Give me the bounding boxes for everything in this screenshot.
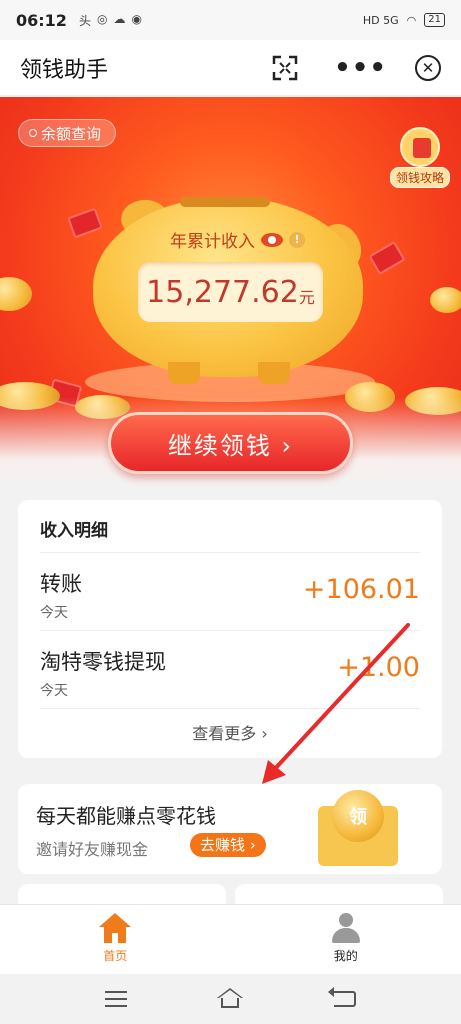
status-time: 06:12 xyxy=(16,10,67,30)
more-menu-button[interactable]: ••• xyxy=(334,55,387,81)
battery-icon: 21 xyxy=(424,13,445,27)
balance-query-label: 余额查询 xyxy=(41,124,102,143)
promo-card[interactable]: 每天都能赚点零花钱 邀请好友赚现金 去赚钱 › 领 xyxy=(18,784,442,874)
currency-unit: 元 xyxy=(298,288,315,307)
red-envelope-icon xyxy=(400,127,440,167)
income-amount-box: 15,277.62 元 xyxy=(138,262,323,322)
app-header: 领钱助手 ••• ✕ xyxy=(0,40,461,96)
tab-home[interactable]: 首页 xyxy=(0,905,231,974)
close-button[interactable]: ✕ xyxy=(415,54,441,81)
wifi-icon: ◠ xyxy=(406,13,417,27)
promo-title: 每天都能赚点零花钱 xyxy=(36,804,216,828)
status-right: HD 5G ◠ 21 xyxy=(363,13,445,27)
income-amount: 15,277.62 xyxy=(146,274,299,310)
system-nav-bar xyxy=(0,974,461,1024)
tab-home-label: 首页 xyxy=(103,949,128,963)
home-nav-icon[interactable] xyxy=(217,988,244,1010)
annual-income-label: 年累计收入 ! xyxy=(170,227,305,252)
promo-subtitle: 邀请好友赚现金 xyxy=(36,840,149,859)
home-icon xyxy=(99,913,132,943)
income-details-title: 收入明细 xyxy=(40,521,108,541)
earn-money-button[interactable]: 去赚钱 › xyxy=(190,833,266,857)
tab-me-label: 我的 xyxy=(333,949,358,963)
income-row[interactable]: 淘特零钱提现 今天 +1.00 xyxy=(40,634,420,710)
network-indicator: HD 5G xyxy=(362,13,399,27)
divider xyxy=(40,708,420,709)
back-icon[interactable] xyxy=(327,987,356,1007)
notification-icon: 头 xyxy=(78,13,91,28)
notification-icon: ◎ xyxy=(96,11,108,26)
income-row-date: 今天 xyxy=(40,605,68,621)
pig-leg xyxy=(258,362,290,384)
collect-coin-icon: 领 xyxy=(332,790,384,842)
view-more-link[interactable]: 查看更多 › xyxy=(18,720,442,744)
coin-decoration xyxy=(430,287,461,313)
search-dot-icon xyxy=(29,129,37,137)
close-icon: ✕ xyxy=(421,58,435,77)
income-row-date: 今天 xyxy=(40,683,68,699)
eye-icon[interactable] xyxy=(261,232,283,247)
user-icon xyxy=(330,913,362,943)
pig-slot xyxy=(180,197,270,207)
red-envelope-decoration xyxy=(67,207,103,239)
page-title: 领钱助手 xyxy=(20,57,109,83)
notification-icons: 头 ◎ ☁ ◉ xyxy=(79,12,142,29)
income-row-name: 转账 xyxy=(40,572,82,596)
red-envelope-decoration xyxy=(368,240,406,276)
income-details-card: 收入明细 转账 今天 +106.01 淘特零钱提现 今天 +1.00 查看更多 … xyxy=(18,500,442,758)
coin-decoration xyxy=(0,277,32,311)
pig-leg xyxy=(168,362,200,384)
notification-icon: ☁ xyxy=(113,11,126,26)
notification-icon: ◉ xyxy=(131,11,142,26)
continue-collect-button[interactable]: 继续领钱 › xyxy=(108,412,353,474)
recent-apps-icon[interactable] xyxy=(105,991,128,1007)
income-row-name: 淘特零钱提现 xyxy=(40,650,166,674)
info-icon[interactable]: ! xyxy=(289,231,305,248)
income-row-amount: +1.00 xyxy=(337,652,420,683)
divider xyxy=(40,552,420,553)
income-row[interactable]: 转账 今天 +106.01 xyxy=(40,556,420,632)
balance-query-button[interactable]: 余额查询 xyxy=(18,119,117,147)
bottom-tab-bar: 首页 我的 xyxy=(0,904,461,974)
tab-me[interactable]: 我的 xyxy=(231,905,461,974)
income-row-amount: +106.01 xyxy=(302,574,420,605)
divider xyxy=(40,630,420,631)
strategy-button[interactable]: 领钱攻略 xyxy=(387,127,453,188)
scan-icon[interactable] xyxy=(272,55,298,81)
status-bar: 06:12 头 ◎ ☁ ◉ HD 5G ◠ 21 xyxy=(0,0,461,40)
strategy-label: 领钱攻略 xyxy=(389,167,450,188)
annual-income-text: 年累计收入 xyxy=(170,232,255,252)
